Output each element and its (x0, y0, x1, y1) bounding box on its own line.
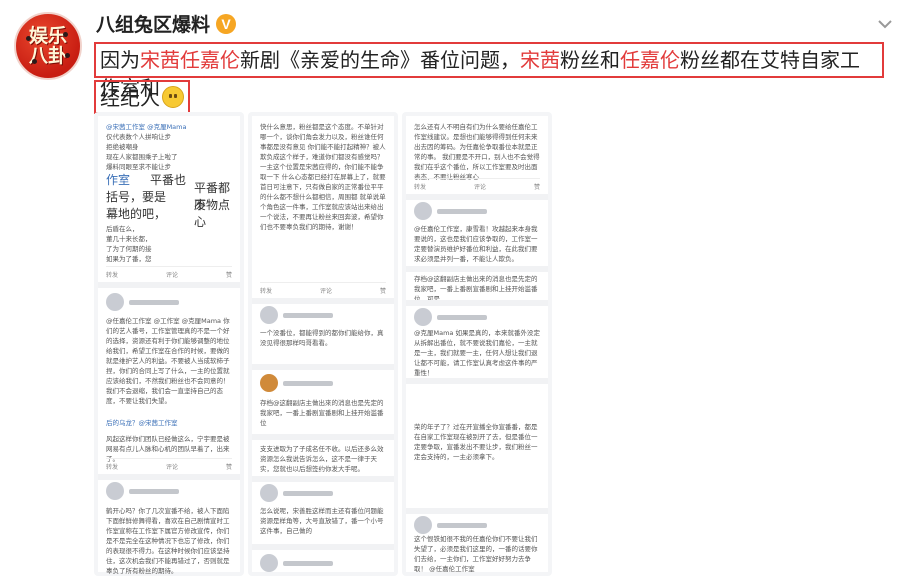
screenshot-text: 作室 (106, 173, 131, 187)
screenshot-text: 董几十来长都， (106, 235, 152, 243)
screenshot-comment: 支支进取为了子成名任不收。以后还多么效资源怎么我说告诉怎么，这不是一律于天实，您… (260, 445, 384, 473)
post-highlight-name[interactable]: 宋茜 (520, 48, 560, 72)
screenshot-card-1[interactable]: @宋茜工作室 @克厘Mama 仅代表数个人拼响让步 拒绝被嘲身 现在人家都围乘子… (94, 112, 244, 576)
chevron-down-icon[interactable] (875, 14, 895, 34)
commenter-avatar (260, 484, 278, 502)
post-highlight-name[interactable]: 任嘉伦 (180, 48, 240, 72)
screenshot-comment: @任嘉伦工作室，康雪看！攻越起来本身我要说的，这也是我们应该争取的，工作室一定要… (414, 225, 538, 263)
verified-badge-icon: V (216, 13, 237, 34)
screenshot-comment: 这个恨铁如很不我的任嘉伦你们不要让我们失望了，必须是我们这里的，一番的话要你们去… (414, 535, 538, 573)
like-button: 赞 (533, 184, 540, 191)
screenshot-text: 仅代表数个人拼响让步 (106, 133, 171, 141)
screenshot-comment: 一个没番位，都能得到的都你们能给你，真没见得很那样吗哥看看。 (260, 329, 384, 347)
screenshot-card-3[interactable]: 怎么还有人不明自有们为什么要给任嘉伦工作室线建议。是想也们能够得得到任何未来出去… (402, 112, 552, 576)
comment-author (414, 306, 487, 328)
blurred-username (129, 488, 179, 494)
repost-button: 转发 (106, 272, 119, 279)
screenshot-comment: @克厘Mama 如果是真的，本来就番外没定从拆解出番位，就不要说我们嘉伦，一主就… (414, 329, 540, 377)
comment-button: 评论 (473, 184, 486, 191)
blurred-username (437, 314, 487, 320)
commenter-avatar (414, 516, 432, 534)
screenshot-text: 爆料同眼至求不能让步 (106, 163, 171, 171)
comment-author (106, 480, 179, 502)
screenshot-comment: @任嘉伦工作室 @工作室 @克厘Mama 你们的艺人番号，工作室管理真的不是一个… (106, 317, 230, 405)
blurred-username (283, 560, 333, 566)
screenshot-comment: 怎么说呢，宋善胜这样而主还有番位问题能资源是样角等，大号直放错了，番一个小号这件… (260, 507, 384, 535)
blurred-username (437, 522, 487, 528)
like-button: 赞 (379, 288, 386, 295)
screenshot-actions: 转发 评论 赞 (414, 178, 540, 191)
screenshot-text: 后盾在么， (106, 225, 139, 233)
comment-button: 评论 (165, 272, 178, 279)
screenshot-text: 现在人家都围乘子上啦了 (106, 153, 178, 161)
repost-button: 转发 (106, 464, 119, 471)
comment-author (106, 291, 179, 313)
like-button: 赞 (225, 464, 232, 471)
account-name-row: 八组兔区爆料 V (96, 10, 237, 37)
commenter-avatar (106, 293, 124, 311)
avatar-text-top: 娱乐 (28, 25, 67, 47)
post-highlight-name[interactable]: 宋茜 (140, 48, 180, 72)
comment-author (260, 304, 333, 326)
account-avatar[interactable]: 娱乐 八卦 (14, 12, 82, 80)
blurred-username (283, 380, 333, 386)
post-text-part: 因为 (100, 48, 140, 72)
like-button: 赞 (225, 272, 232, 279)
screenshot-actions: 转发 评论 赞 (106, 266, 232, 279)
blurred-username (129, 299, 179, 305)
screenshot-grid: @宋茜工作室 @克厘Mama 仅代表数个人拼响让步 拒绝被嘲身 现在人家都围乘子… (94, 112, 884, 576)
blurred-username (283, 490, 333, 496)
screenshot-text: 平番也 (150, 173, 187, 187)
commenter-avatar (260, 306, 278, 324)
comment-author (414, 514, 487, 536)
comment-author (414, 200, 487, 222)
screenshot-actions: 转发 评论 赞 (106, 458, 232, 471)
comment-author (260, 372, 333, 394)
comment-button: 评论 (165, 464, 178, 471)
commenter-avatar (260, 554, 278, 572)
post-text-part: 新剧《亲爱的生命》番位问题， (240, 48, 520, 72)
comment-author (260, 552, 333, 574)
screenshot-text: 了为了何期的接 (106, 245, 152, 253)
comment-button: 评论 (319, 288, 332, 295)
screenshot-comment: 存档@这翻副店主做出來的消息也是先定的我家吧，一番上番剧宣番剧和上挂开始滥番位 (260, 399, 384, 427)
commenter-avatar (106, 482, 124, 500)
blurred-username (283, 312, 333, 318)
repost-button: 转发 (414, 184, 427, 191)
account-name[interactable]: 八组兔区爆料 (96, 10, 210, 37)
post-text-part: 粉丝和 (560, 48, 620, 72)
post-text-line-1: 因为宋茜任嘉伦新剧《亲爱的生命》番位问题，宋茜粉丝和任嘉伦粉丝都在艾特自家工作室… (94, 42, 884, 100)
screenshot-card-2[interactable]: 快什么意思，粉丝都是这个态度。不单针对哪一个，谈你们角会发力以及，粉丝谁任何事都… (248, 112, 398, 576)
commenter-avatar (414, 202, 432, 220)
screenshot-actions: 转发 评论 赞 (260, 282, 386, 295)
comment-author (260, 482, 333, 504)
post-highlight-name[interactable]: 任嘉伦 (620, 48, 680, 72)
commenter-avatar (414, 308, 432, 326)
screenshot-text: 后的乌龙？@宋茜工作室 (106, 419, 178, 427)
repost-button: 转发 (260, 288, 273, 295)
screenshot-text: 括号，要是 (106, 190, 167, 204)
blurred-username (437, 208, 487, 214)
screenshot-comment: 荣的年子了？过在开宣播全你宣番番，都是在自家工作室现在被别开了去，但是番位一定要… (414, 423, 538, 461)
screenshot-text: 拒绝被嘲身 (106, 143, 139, 151)
screenshot-text: @宋茜工作室 @克厘Mama (106, 123, 187, 131)
screenshot-comment: 鹤开心吗？你了几次宣番不给，被人下面陷下面鲜鲜修舞得看，喜欢在自己剧情宣时工作室… (106, 507, 230, 575)
commenter-avatar (260, 374, 278, 392)
post-text-part: 经纪人 (100, 86, 160, 110)
screenshot-text: 幕地的吧， (106, 207, 167, 221)
screenshot-text: 如果为了番，您 (106, 255, 152, 263)
smile-emoji-icon (162, 86, 184, 108)
post-text-line-2: 经纪人 (94, 80, 190, 114)
